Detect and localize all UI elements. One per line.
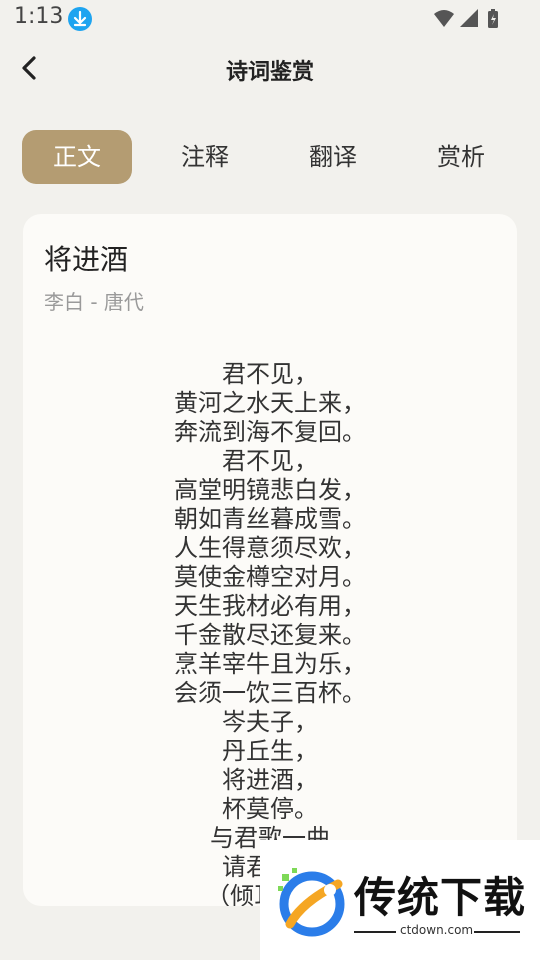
divider — [474, 931, 520, 933]
download-icon — [68, 7, 92, 31]
poem-line: 奔流到海不复回。 — [174, 418, 366, 446]
tab-bar: 正文 注释 翻译 赏析 — [22, 130, 518, 186]
poem-card: 将进酒 李白 - 唐代 君不见， 黄河之水天上来， 奔流到海不复回。 君不见， … — [23, 214, 517, 906]
poem-line: 君不见， — [222, 447, 318, 475]
status-time: 1:13 — [14, 4, 64, 29]
poem-line: 丹丘生， — [222, 737, 318, 765]
tab-notes[interactable]: 注释 — [150, 130, 260, 184]
watermark-brand: 传统下载 — [354, 873, 527, 922]
page-title: 诗词鉴赏 — [225, 60, 314, 85]
status-bar: 1:13 — [0, 0, 540, 36]
watermark: 传统下载 ctdown.com — [260, 840, 540, 960]
divider — [354, 931, 396, 933]
poem-line: 天生我材必有用， — [174, 592, 366, 620]
poem-line: 朝如青丝暮成雪。 — [174, 505, 366, 533]
signal-icon — [460, 9, 478, 27]
poem-line: 将进酒， — [222, 766, 318, 794]
system-icons — [432, 8, 502, 34]
poem-title: 将进酒 — [44, 243, 129, 276]
poem-line: 莫使金樽空对月。 — [174, 563, 366, 591]
poem-line: 君不见， — [222, 360, 318, 388]
wifi-icon — [434, 10, 454, 27]
poem-line: 杯莫停。 — [222, 795, 318, 823]
tab-appreciation[interactable]: 赏析 — [406, 130, 516, 184]
poem-line: 岑夫子， — [222, 708, 318, 736]
poem-line: 会须一饮三百杯。 — [174, 679, 366, 707]
poem-line: 烹羊宰牛且为乐， — [174, 650, 366, 678]
poem-author-dynasty: 李白 - 唐代 — [44, 290, 144, 314]
poem-line: 黄河之水天上来， — [174, 389, 366, 417]
tab-text[interactable]: 正文 — [22, 130, 132, 184]
app-header: 诗词鉴赏 — [0, 36, 540, 100]
watermark-url: ctdown.com — [400, 923, 474, 937]
poem-line: 人生得意须尽欢， — [174, 534, 366, 562]
poem-line: 高堂明镜悲白发， — [174, 476, 366, 504]
tab-translation[interactable]: 翻译 — [278, 130, 388, 184]
poem-line: 千金散尽还复来。 — [174, 621, 366, 649]
poem-body: 君不见， 黄河之水天上来， 奔流到海不复回。 君不见， 高堂明镜悲白发， 朝如青… — [23, 360, 517, 906]
brand-logo-icon — [278, 868, 345, 937]
